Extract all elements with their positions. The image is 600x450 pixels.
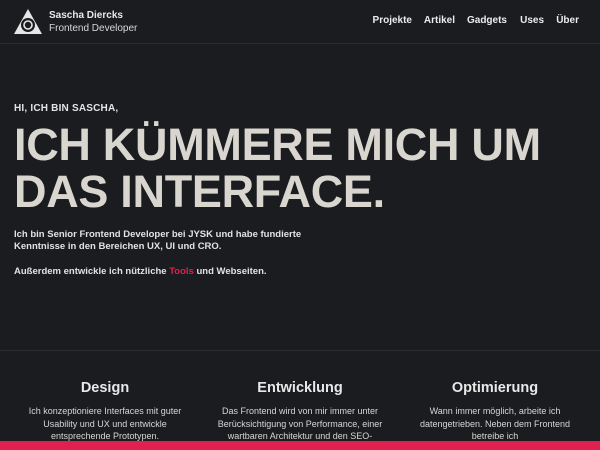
site-header: Sascha Diercks Frontend Developer Projek… (0, 0, 600, 44)
nav-link-projekte[interactable]: Projekte (373, 15, 412, 26)
service-entwicklung: Entwicklung Das Frontend wird von mir im… (210, 380, 390, 443)
nav-link-gadgets[interactable]: Gadgets (467, 15, 507, 26)
nav-link-uses[interactable]: Uses (520, 15, 544, 26)
logo-icon[interactable] (13, 8, 43, 36)
service-title: Entwicklung (257, 380, 343, 396)
service-optimierung: Optimierung Wann immer möglich, arbeite … (405, 380, 585, 443)
hero-title-line-2: DAS INTERFACE. (14, 166, 385, 217)
service-title: Design (80, 380, 130, 396)
intro-text: Ich bin Senior Frontend Developer bei JY… (14, 229, 302, 252)
site-owner-role: Frontend Developer (49, 23, 138, 34)
tools-link[interactable]: Tools (169, 266, 194, 277)
service-title: Optimierung (451, 380, 539, 396)
site-owner-name[interactable]: Sascha Diercks (49, 10, 123, 21)
intro-tools-prefix: Außerdem entwickle ich nützliche (14, 266, 170, 277)
nav-link-ueber[interactable]: Über (556, 15, 579, 26)
service-text: Das Frontend wird von mir immer unter Be… (217, 406, 383, 441)
hero-title-line-1: ICH KÜMMERE MICH UM (14, 119, 541, 170)
section-divider (0, 350, 600, 351)
service-text: Ich konzeptioniere Interfaces mit guter … (28, 406, 182, 441)
hero-kicker: HI, ICH BIN SASCHA, (14, 103, 119, 114)
service-design: Design Ich konzeptioniere Interfaces mit… (15, 380, 195, 443)
nav-link-artikel[interactable]: Artikel (424, 15, 455, 26)
intro-text-tools: Außerdem entwickle ich nützliche Tools u… (14, 266, 267, 277)
hero-title: ICH KÜMMERE MICH UM DAS INTERFACE. (14, 121, 600, 215)
accent-bar (0, 441, 600, 450)
intro-tools-suffix: und Webseiten. (193, 266, 267, 277)
service-text: Wann immer möglich, arbeite ich datenget… (419, 406, 571, 441)
